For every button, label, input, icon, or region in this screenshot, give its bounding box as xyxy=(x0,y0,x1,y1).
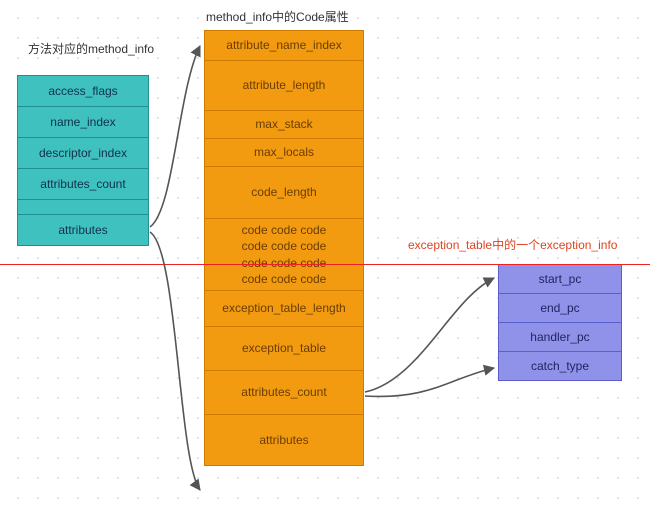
field-attribute-length: attribute_length xyxy=(205,61,363,111)
field-start-pc: start_pc xyxy=(499,265,621,294)
field-access-flags: access_flags xyxy=(18,76,148,107)
field-max-stack: max_stack xyxy=(205,111,363,139)
field-code-bytes: code code code code code code code code … xyxy=(205,219,363,291)
title-method-info: 方法对应的method_info xyxy=(28,40,154,57)
field-attribute-name-index: attribute_name_index xyxy=(205,31,363,61)
field-attributes: attributes xyxy=(18,215,148,245)
title-exception-info: exception_table中的一个exception_info xyxy=(408,236,617,253)
exception-info-block: start_pc end_pc handler_pc catch_type xyxy=(498,264,622,381)
title-code-attribute: method_info中的Code属性 xyxy=(206,8,349,25)
red-divider-line xyxy=(0,264,650,265)
field-descriptor-index: descriptor_index xyxy=(18,138,148,169)
code-attribute-block: attribute_name_index attribute_length ma… xyxy=(204,30,364,466)
field-max-locals: max_locals xyxy=(205,139,363,167)
field-name-index: name_index xyxy=(18,107,148,138)
field-code-length: code_length xyxy=(205,167,363,219)
field-exception-table-length: exception_table_length xyxy=(205,291,363,327)
code-bytes-text: code code code code code code code code … xyxy=(242,222,327,287)
method-info-block: access_flags name_index descriptor_index… xyxy=(17,75,149,246)
gap xyxy=(18,200,148,215)
field-attributes-count-code: attributes_count xyxy=(205,371,363,415)
field-exception-table: exception_table xyxy=(205,327,363,371)
field-catch-type: catch_type xyxy=(499,352,621,380)
field-handler-pc: handler_pc xyxy=(499,323,621,352)
field-attributes-count: attributes_count xyxy=(18,169,148,200)
field-end-pc: end_pc xyxy=(499,294,621,323)
field-attributes-code: attributes xyxy=(205,415,363,465)
